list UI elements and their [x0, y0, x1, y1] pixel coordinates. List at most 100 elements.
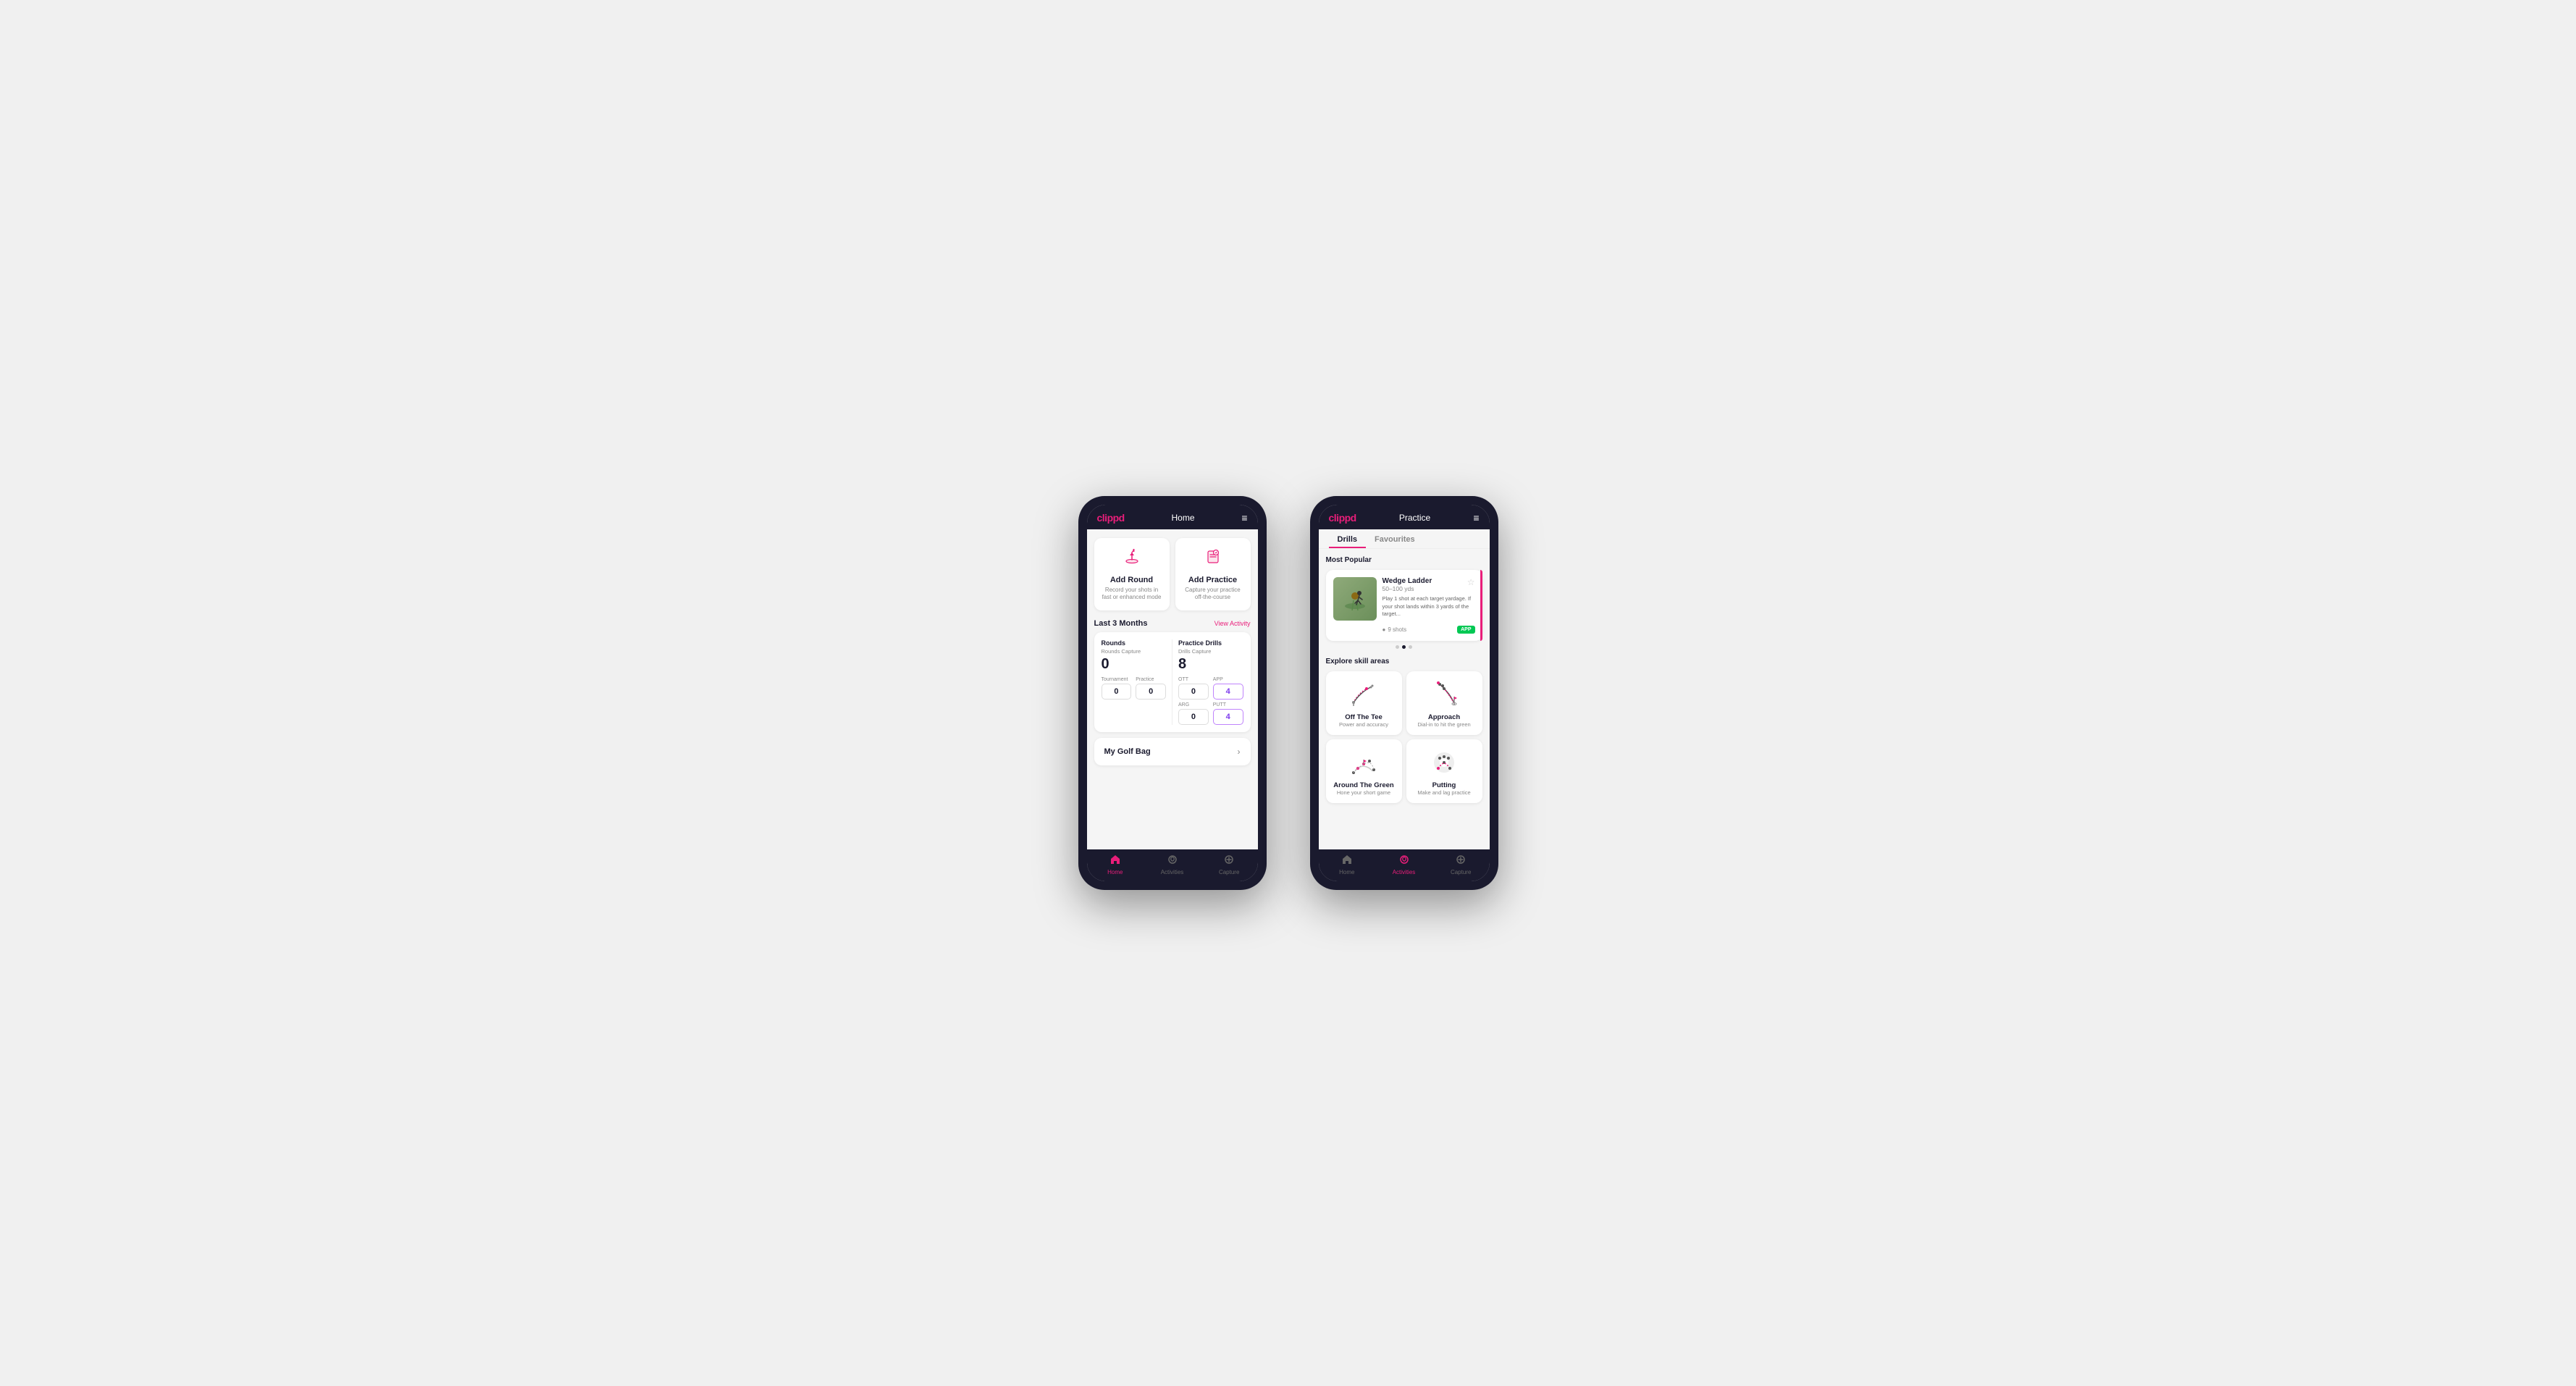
dot-2[interactable]: [1402, 645, 1406, 649]
tournament-value: 0: [1102, 684, 1132, 700]
home-nav-label: Home: [1107, 869, 1123, 875]
add-practice-desc: Capture your practice off-the-course: [1181, 587, 1245, 602]
around-the-green-icon: [1348, 747, 1380, 778]
add-round-desc: Record your shots in fast or enhanced mo…: [1100, 587, 1164, 602]
bottom-nav-home: Home Activities Capture: [1087, 849, 1258, 881]
drills-title: Practice Drills: [1178, 639, 1243, 647]
skill-approach[interactable]: Approach Dial-in to hit the green: [1406, 671, 1482, 735]
home-nav-icon: [1109, 854, 1121, 868]
home-nav-label-2: Home: [1339, 869, 1354, 875]
last3months-header: Last 3 Months View Activity: [1087, 616, 1258, 632]
putting-desc: Make and lag practice: [1417, 789, 1470, 796]
tab-drills[interactable]: Drills: [1329, 529, 1367, 548]
drill-star[interactable]: ☆: [1467, 577, 1475, 587]
shots-count: 9 shots: [1388, 626, 1406, 633]
putting-icon: [1428, 747, 1460, 778]
add-round-icon: [1122, 547, 1142, 571]
add-round-card[interactable]: Add Round Record your shots in fast or e…: [1094, 538, 1170, 610]
practice-title: Practice: [1399, 513, 1430, 523]
stats-row: Rounds Rounds Capture 0 Tournament 0 Pra…: [1102, 639, 1243, 725]
off-the-tee-desc: Power and accuracy: [1339, 721, 1388, 728]
nav-activities[interactable]: Activities: [1144, 854, 1201, 875]
add-practice-title: Add Practice: [1188, 576, 1237, 584]
home-nav-icon-2: [1341, 854, 1353, 868]
carousel-dots: [1326, 645, 1482, 649]
dot-1[interactable]: [1396, 645, 1399, 649]
practice-value: 0: [1136, 684, 1166, 700]
stats-panel: Rounds Rounds Capture 0 Tournament 0 Pra…: [1094, 632, 1251, 732]
skill-off-the-tee[interactable]: Off The Tee Power and accuracy: [1326, 671, 1402, 735]
app-title: Home: [1172, 513, 1195, 523]
drill-name: Wedge Ladder: [1383, 577, 1475, 585]
explore-title: Explore skill areas: [1326, 658, 1482, 665]
approach-desc: Dial-in to hit the green: [1417, 721, 1470, 728]
drill-range: 50–100 yds: [1383, 585, 1475, 592]
activities-nav-icon: [1167, 854, 1178, 868]
off-the-tee-name: Off The Tee: [1345, 713, 1383, 721]
bottom-nav-practice: Home Activities Capture: [1319, 849, 1490, 881]
skill-around-the-green[interactable]: Around The Green Hone your short game: [1326, 739, 1402, 803]
practice-header: clippd Practice ≡: [1319, 505, 1490, 529]
approach-icon: [1428, 679, 1460, 710]
activities-nav-icon-2: [1398, 854, 1410, 868]
wedge-ladder-card[interactable]: Wedge Ladder 50–100 yds Play 1 shot at e…: [1326, 570, 1482, 641]
nav-home-2[interactable]: Home: [1319, 854, 1376, 875]
view-activity-link[interactable]: View Activity: [1214, 620, 1251, 627]
drills-col: Practice Drills Drills Capture 8 OTT 0 A…: [1178, 639, 1243, 725]
phone-home: clippd Home ≡ A: [1078, 496, 1267, 890]
hamburger-icon[interactable]: ≡: [1241, 512, 1247, 524]
add-round-title: Add Round: [1110, 576, 1153, 584]
home-content: Add Round Record your shots in fast or e…: [1087, 529, 1258, 849]
arg-value: 0: [1178, 709, 1209, 725]
practice-content: Most Popular: [1319, 549, 1490, 849]
drills-capture-label: Drills Capture: [1178, 648, 1243, 655]
ott-label: OTT: [1178, 677, 1209, 682]
add-practice-icon: [1203, 547, 1223, 571]
skill-grid: Off The Tee Power and accuracy: [1326, 671, 1482, 803]
capture-nav-icon-2: [1455, 854, 1467, 868]
rounds-capture-label: Rounds Capture: [1102, 648, 1167, 655]
skill-putting[interactable]: Putting Make and lag practice: [1406, 739, 1482, 803]
ott-col: OTT 0: [1178, 677, 1209, 700]
drills-sub-row-2: ARG 0 PUTT 4: [1178, 702, 1243, 725]
shots-icon: ●: [1383, 626, 1386, 633]
rounds-sub-row: Tournament 0 Practice 0: [1102, 677, 1167, 700]
drill-thumb-image: [1333, 577, 1377, 621]
golf-bag-label: My Golf Bag: [1104, 747, 1151, 756]
nav-capture-2[interactable]: Capture: [1432, 854, 1490, 875]
tab-favourites[interactable]: Favourites: [1366, 529, 1424, 548]
nav-home[interactable]: Home: [1087, 854, 1144, 875]
drills-total: 8: [1178, 656, 1243, 673]
capture-nav-label: Capture: [1219, 869, 1239, 875]
most-popular-title: Most Popular: [1326, 556, 1482, 564]
golf-bag-row[interactable]: My Golf Bag ›: [1094, 738, 1251, 765]
activities-nav-label: Activities: [1161, 869, 1184, 875]
rounds-total: 0: [1102, 656, 1167, 673]
off-the-tee-icon: [1348, 679, 1380, 710]
most-popular-section: Most Popular: [1319, 549, 1490, 653]
drill-info: Wedge Ladder 50–100 yds Play 1 shot at e…: [1383, 577, 1475, 634]
app-logo: clippd: [1097, 512, 1125, 524]
drill-footer: ● 9 shots APP: [1383, 623, 1475, 634]
approach-name: Approach: [1428, 713, 1460, 721]
capture-nav-icon: [1223, 854, 1235, 868]
putting-name: Putting: [1432, 781, 1456, 789]
drill-desc: Play 1 shot at each target yardage. If y…: [1383, 595, 1475, 618]
activities-nav-label-2: Activities: [1393, 869, 1416, 875]
nav-activities-2[interactable]: Activities: [1375, 854, 1432, 875]
rounds-col: Rounds Rounds Capture 0 Tournament 0 Pra…: [1102, 639, 1167, 725]
putt-col: PUTT 4: [1213, 702, 1243, 725]
action-cards: Add Round Record your shots in fast or e…: [1087, 529, 1258, 616]
dot-3[interactable]: [1409, 645, 1412, 649]
tab-bar: Drills Favourites: [1319, 529, 1490, 549]
arg-label: ARG: [1178, 702, 1209, 707]
drill-shots: ● 9 shots: [1383, 626, 1407, 633]
putt-label: PUTT: [1213, 702, 1243, 707]
app-label: APP: [1213, 677, 1243, 682]
practice-hamburger-icon[interactable]: ≡: [1473, 512, 1479, 524]
app-badge: APP: [1457, 626, 1474, 634]
nav-capture[interactable]: Capture: [1201, 854, 1258, 875]
last3months-title: Last 3 Months: [1094, 619, 1148, 628]
rounds-title: Rounds: [1102, 639, 1167, 647]
add-practice-card[interactable]: Add Practice Capture your practice off-t…: [1175, 538, 1251, 610]
